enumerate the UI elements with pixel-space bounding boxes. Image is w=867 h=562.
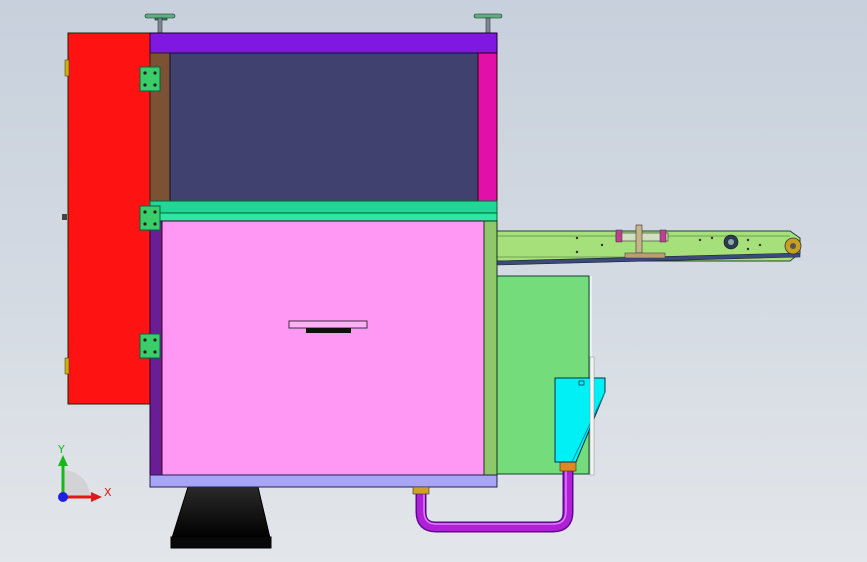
conveyor-arm[interactable] <box>496 224 802 266</box>
side-post-right[interactable] <box>477 52 498 202</box>
door-panel[interactable] <box>62 32 151 405</box>
pipe-fitting-left[interactable] <box>412 486 430 495</box>
lower-right-strip[interactable] <box>483 220 498 476</box>
axis-y-label: Y <box>57 443 65 456</box>
pipe-fitting-right[interactable] <box>559 461 577 472</box>
hinge-middle[interactable] <box>139 205 161 231</box>
axis-z-dot-icon <box>58 492 68 502</box>
conveyor-gear-icon <box>723 234 739 250</box>
top-frame[interactable] <box>149 32 498 54</box>
cad-viewport[interactable]: Y X <box>0 0 867 562</box>
lower-cabinet-panel[interactable] <box>161 220 485 476</box>
leveling-foot-left[interactable] <box>144 13 176 35</box>
middle-rail[interactable] <box>149 200 498 222</box>
axis-x-arrow-icon <box>91 492 102 502</box>
hinge-bottom[interactable] <box>139 333 161 359</box>
leveling-foot-right[interactable] <box>473 13 503 35</box>
bracket-bar[interactable] <box>589 356 595 476</box>
axis-x-label: X <box>104 486 112 499</box>
axis-y-arrow-icon <box>58 455 68 466</box>
end-roller[interactable] <box>784 237 802 255</box>
hopper[interactable] <box>554 377 606 463</box>
axis-triad: Y X <box>57 443 112 502</box>
bottom-rail[interactable] <box>149 474 498 488</box>
upper-chamber-panel[interactable] <box>169 52 479 202</box>
machine-stand[interactable] <box>170 486 272 549</box>
hinge-top[interactable] <box>139 66 161 92</box>
